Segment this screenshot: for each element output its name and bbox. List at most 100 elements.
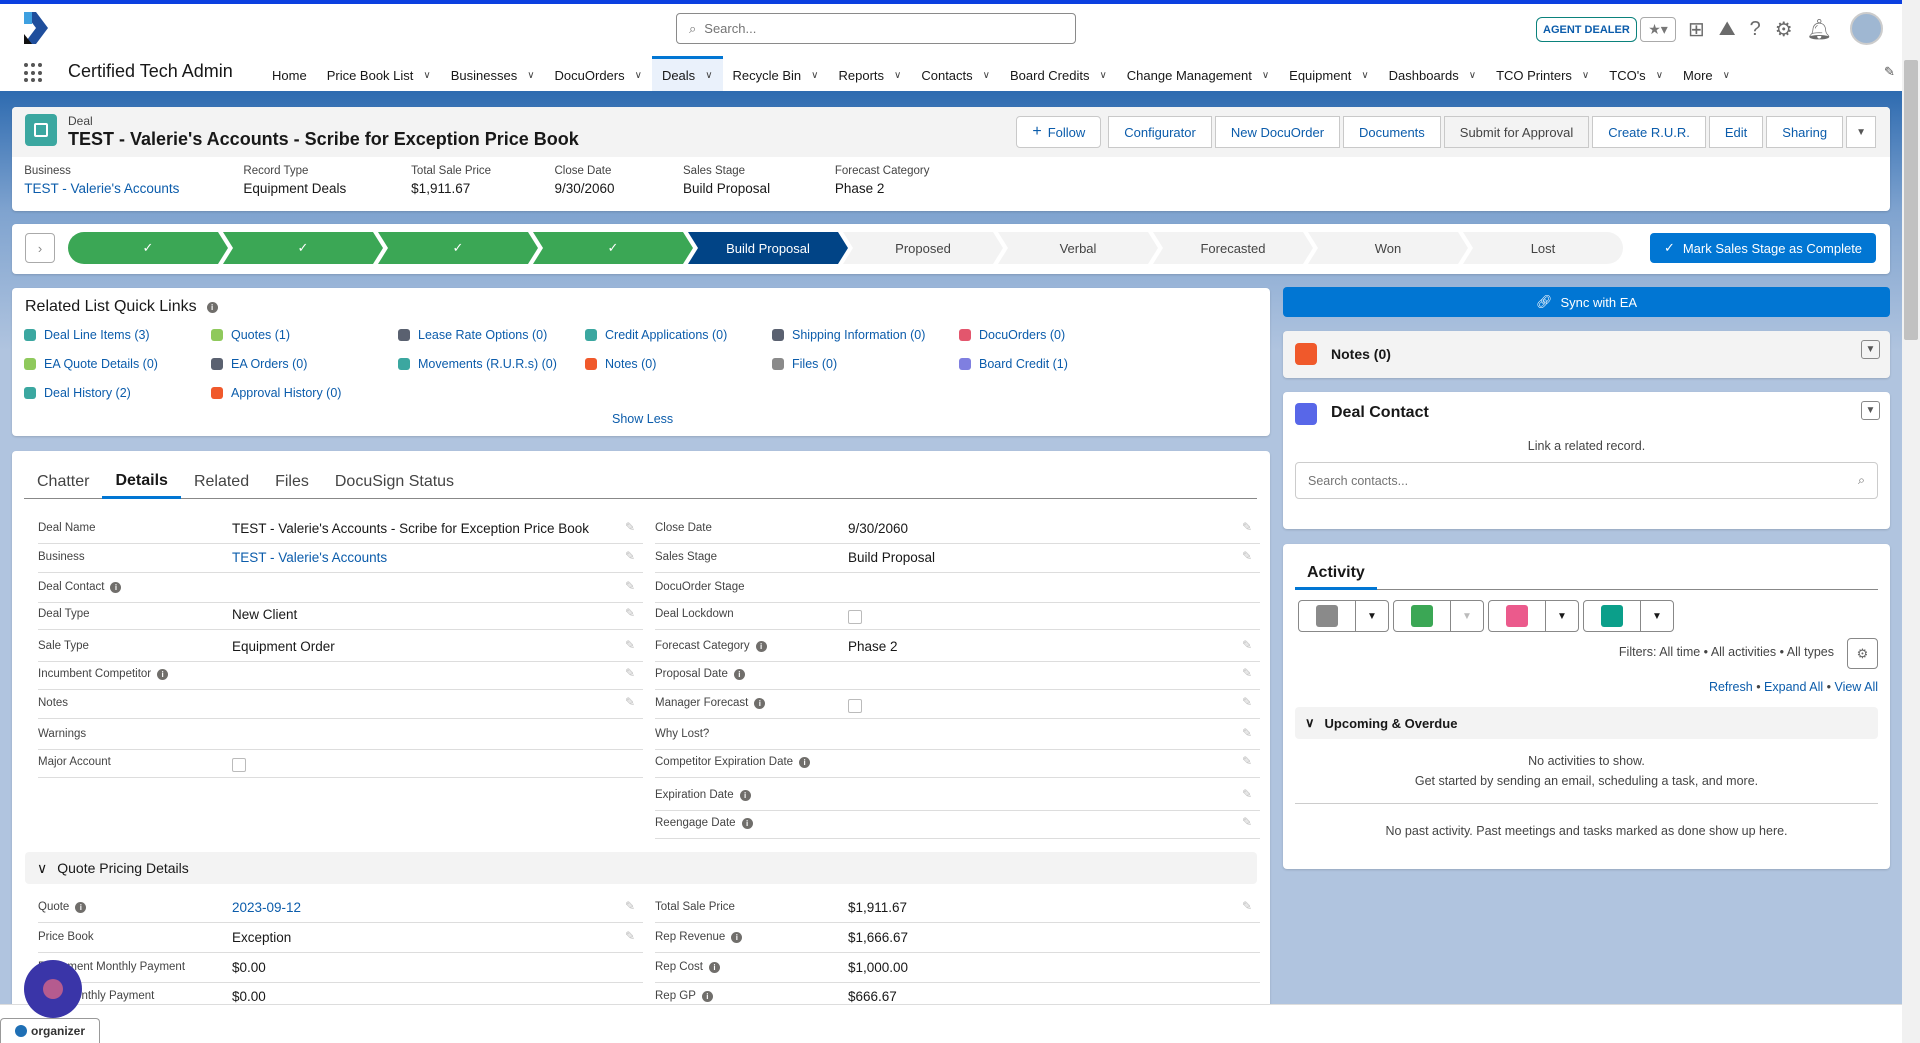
quick-link[interactable]: Notes (0) xyxy=(585,357,656,371)
agent-dealer-badge[interactable]: AGENT DEALER xyxy=(1536,17,1637,42)
edit-nav-icon[interactable]: ✎ xyxy=(1884,64,1895,80)
pencil-icon[interactable]: ✎ xyxy=(1242,754,1252,768)
task-action[interactable]: ▼ xyxy=(1393,600,1484,632)
chevron-down-icon[interactable]: ▼ xyxy=(1355,601,1388,631)
submit-for-approval-button[interactable]: Submit for Approval xyxy=(1444,116,1589,148)
chevron-down-icon[interactable]: ∨ xyxy=(811,70,818,81)
view-all-link[interactable]: View All xyxy=(1834,680,1878,694)
chevron-down-icon[interactable]: ▼ xyxy=(1640,601,1673,631)
pencil-icon[interactable]: ✎ xyxy=(1242,520,1252,534)
app-launcher-icon[interactable] xyxy=(24,63,44,83)
upcoming-overdue-section[interactable]: ∨Upcoming & Overdue xyxy=(1295,707,1878,739)
tab-related[interactable]: Related xyxy=(181,465,262,499)
chevron-down-icon[interactable]: ∨ xyxy=(635,70,642,81)
pencil-icon[interactable]: ✎ xyxy=(1242,695,1252,709)
chevron-down-icon[interactable]: ∨ xyxy=(1099,70,1106,81)
notes-menu-button[interactable]: ▼ xyxy=(1861,340,1880,359)
quick-link[interactable]: Credit Applications (0) xyxy=(585,328,727,342)
pencil-icon[interactable]: ✎ xyxy=(1242,815,1252,829)
create-r-u-r--button[interactable]: Create R.U.R. xyxy=(1592,116,1706,148)
quote-pricing-section-header[interactable]: ∨Quote Pricing Details xyxy=(25,852,1257,884)
nav-item[interactable]: Reports∨ xyxy=(828,56,911,91)
quick-link[interactable]: EA Orders (0) xyxy=(211,357,307,371)
pencil-icon[interactable]: ✎ xyxy=(625,579,635,593)
highlight-value[interactable]: TEST - Valerie's Accounts xyxy=(24,181,179,196)
chevron-down-icon[interactable]: ∨ xyxy=(527,70,534,81)
call-action[interactable]: ▼ xyxy=(1583,600,1674,632)
quick-link[interactable]: Lease Rate Options (0) xyxy=(398,328,547,342)
email-action[interactable]: ▼ xyxy=(1298,600,1389,632)
checkbox[interactable] xyxy=(232,758,246,772)
pencil-icon[interactable]: ✎ xyxy=(625,606,635,620)
nav-item[interactable]: Dashboards∨ xyxy=(1379,56,1486,91)
nav-item[interactable]: Change Management∨ xyxy=(1117,56,1279,91)
search-contacts-input[interactable]: Search contacts...⌕ xyxy=(1295,462,1878,499)
global-search-input[interactable]: ⌕Search... xyxy=(676,13,1076,44)
quick-link[interactable]: Approval History (0) xyxy=(211,386,341,400)
path-stage[interactable]: ✓ xyxy=(533,232,693,264)
chevron-down-icon[interactable]: ∨ xyxy=(1582,70,1589,81)
avatar[interactable] xyxy=(1850,12,1883,45)
quick-link[interactable]: Quotes (1) xyxy=(211,328,290,342)
floating-assistant-button[interactable] xyxy=(24,960,82,1018)
pencil-icon[interactable]: ✎ xyxy=(625,638,635,652)
quick-link[interactable]: Deal Line Items (3) xyxy=(24,328,150,342)
tab-activity[interactable]: Activity xyxy=(1295,559,1377,590)
quick-link[interactable]: Deal History (2) xyxy=(24,386,131,400)
nav-item[interactable]: Contacts∨ xyxy=(911,56,1000,91)
deal-contact-menu-button[interactable]: ▼ xyxy=(1861,401,1880,420)
refresh-link[interactable]: Refresh xyxy=(1709,680,1753,694)
path-stage[interactable]: ✓ xyxy=(223,232,383,264)
chevron-down-icon[interactable]: ∨ xyxy=(705,70,712,81)
chevron-down-icon[interactable]: ∨ xyxy=(1469,70,1476,81)
nav-item[interactable]: More∨ xyxy=(1673,56,1740,91)
quick-link[interactable]: Shipping Information (0) xyxy=(772,328,925,342)
add-icon[interactable]: ⊞ xyxy=(1688,17,1705,42)
follow-button[interactable]: +Follow xyxy=(1016,116,1101,148)
quick-link[interactable]: Files (0) xyxy=(772,357,837,371)
path-stage[interactable]: Forecasted xyxy=(1153,232,1313,264)
sync-with-ea-button[interactable]: 🔗︎Sync with EA xyxy=(1283,287,1890,317)
chevron-down-icon[interactable]: ∨ xyxy=(1262,70,1269,81)
help-icon[interactable]: ? xyxy=(1750,18,1761,41)
chevron-down-icon[interactable]: ▼ xyxy=(1450,601,1483,631)
filter-settings-gear-icon[interactable]: ⚙ xyxy=(1847,638,1878,669)
checkbox[interactable] xyxy=(848,610,862,624)
pencil-icon[interactable]: ✎ xyxy=(1242,899,1252,913)
pencil-icon[interactable]: ✎ xyxy=(1242,726,1252,740)
field-value[interactable]: 2023-09-12 xyxy=(232,900,301,915)
pencil-icon[interactable]: ✎ xyxy=(625,520,635,534)
nav-item[interactable]: Equipment∨ xyxy=(1279,56,1378,91)
bell-icon[interactable]: 🔔︎ xyxy=(1807,17,1832,42)
mark-stage-complete-button[interactable]: ✓Mark Sales Stage as Complete xyxy=(1650,233,1876,263)
nav-item[interactable]: TCO Printers∨ xyxy=(1486,56,1599,91)
nav-item[interactable]: DocuOrders∨ xyxy=(545,56,652,91)
event-action[interactable]: ▼ xyxy=(1488,600,1579,632)
pencil-icon[interactable]: ✎ xyxy=(625,929,635,943)
chevron-down-icon[interactable]: ∨ xyxy=(423,70,430,81)
pencil-icon[interactable]: ✎ xyxy=(625,899,635,913)
expand-all-link[interactable]: Expand All xyxy=(1764,680,1823,694)
path-stage[interactable]: ✓ xyxy=(68,232,228,264)
trailhead-icon[interactable]: ⛰ xyxy=(1719,18,1736,41)
tab-chatter[interactable]: Chatter xyxy=(24,465,102,499)
chevron-down-icon[interactable]: ∨ xyxy=(983,70,990,81)
chevron-down-icon[interactable]: ∨ xyxy=(1723,70,1730,81)
gear-icon[interactable]: ⚙ xyxy=(1775,17,1793,42)
notes-title[interactable]: Notes (0) xyxy=(1331,346,1391,362)
nav-item[interactable]: Deals∨ xyxy=(652,56,723,91)
nav-item[interactable]: Home xyxy=(262,56,317,91)
tab-docusign-status[interactable]: DocuSign Status xyxy=(322,465,467,499)
path-stage[interactable]: Build Proposal xyxy=(688,232,848,264)
app-logo-icon[interactable] xyxy=(20,12,50,44)
pencil-icon[interactable]: ✎ xyxy=(625,695,635,709)
quick-link[interactable]: EA Quote Details (0) xyxy=(24,357,158,371)
chevron-down-icon[interactable]: ∨ xyxy=(1656,70,1663,81)
pencil-icon[interactable]: ✎ xyxy=(1242,666,1252,680)
chevron-down-icon[interactable]: ∨ xyxy=(1361,70,1368,81)
path-expand-button[interactable]: › xyxy=(25,233,55,263)
quick-link[interactable]: Board Credit (1) xyxy=(959,357,1068,371)
documents-button[interactable]: Documents xyxy=(1343,116,1441,148)
organizer-tab[interactable]: organizer xyxy=(0,1018,100,1043)
quick-link[interactable]: Movements (R.U.R.s) (0) xyxy=(398,357,557,371)
